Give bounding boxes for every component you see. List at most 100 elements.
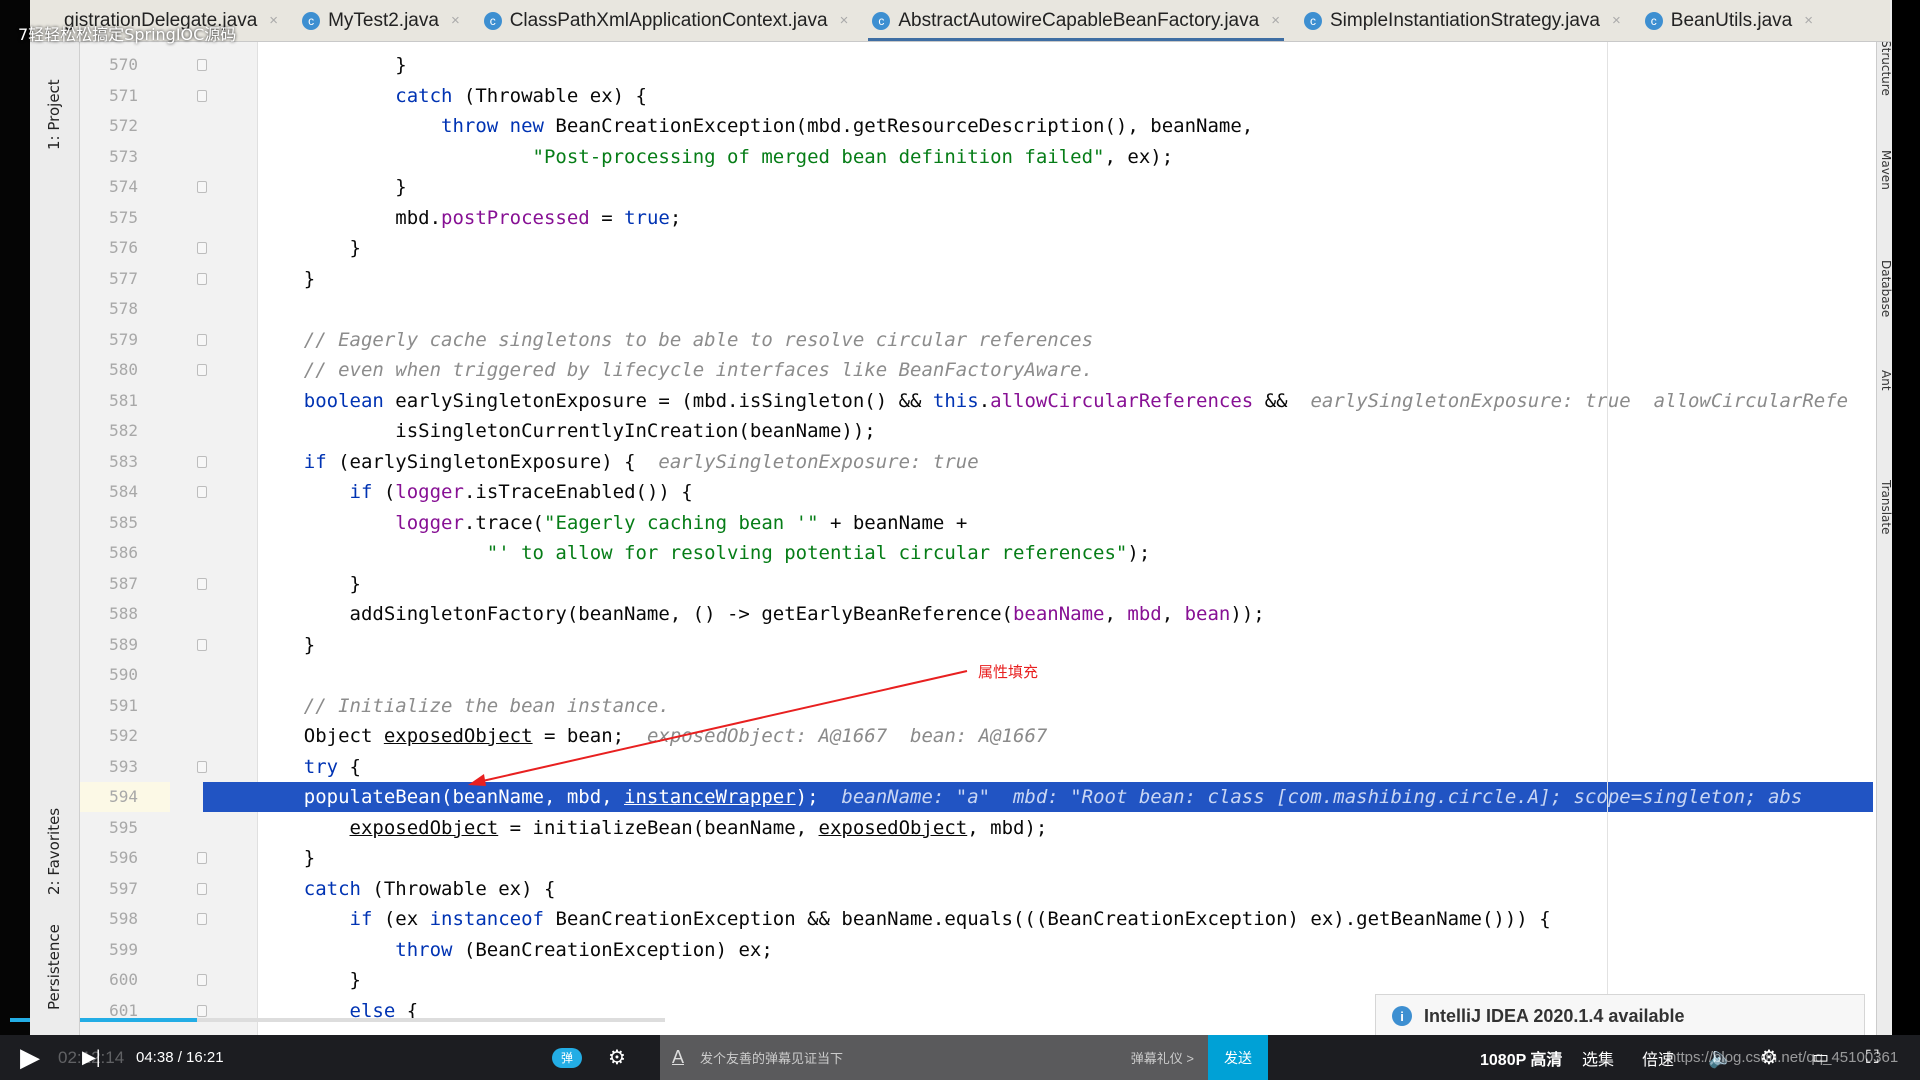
close-tab-icon[interactable]: × — [451, 12, 460, 29]
line-number[interactable]: 572 — [98, 111, 138, 141]
tool-ant[interactable]: Ant — [1879, 370, 1893, 391]
time-display: 04:38 / 16:21 — [136, 1049, 224, 1066]
text-style-icon[interactable]: A — [672, 1047, 684, 1068]
line-number[interactable]: 594 — [80, 782, 170, 812]
code-token: (BeanCreationException) ex; — [452, 938, 773, 961]
code-token: if — [349, 481, 373, 503]
line-number[interactable]: 592 — [98, 721, 138, 751]
danmaku-settings-icon[interactable]: ⚙ — [608, 1035, 626, 1080]
fold-marker-icon[interactable] — [197, 181, 207, 193]
fold-marker-icon[interactable] — [197, 486, 207, 498]
code-token: } — [258, 54, 407, 76]
code-token: } — [258, 176, 407, 198]
fold-marker-icon[interactable] — [197, 272, 207, 285]
line-number[interactable]: 570 — [98, 50, 138, 80]
tab-beanutils[interactable]: c BeanUtils.java × — [1633, 0, 1825, 41]
tool-database[interactable]: Database — [1879, 260, 1893, 317]
line-number[interactable]: 580 — [98, 355, 138, 385]
line-number[interactable]: 578 — [98, 294, 138, 324]
persistence-tool-button[interactable]: Persistence — [44, 924, 64, 1010]
video-progress-bar[interactable] — [10, 1018, 665, 1022]
debug-inline-value: earlySingletonExposure: true — [635, 450, 979, 473]
line-number[interactable]: 585 — [98, 508, 138, 538]
quality-button[interactable]: 1080P 高清 — [1480, 1035, 1562, 1080]
code-token: Object — [258, 725, 384, 747]
code-token: } — [258, 237, 361, 259]
line-number[interactable]: 590 — [98, 660, 138, 690]
line-number[interactable]: 593 — [98, 752, 138, 782]
line-number[interactable]: 577 — [98, 264, 138, 294]
fold-marker-icon[interactable] — [197, 760, 207, 773]
line-number[interactable]: 587 — [98, 569, 138, 599]
tab-abstractautowirecapablebeanfactory[interactable]: c AbstractAutowireCapableBeanFactory.java… — [860, 0, 1292, 41]
line-number[interactable]: 581 — [98, 386, 138, 416]
java-class-icon: c — [872, 11, 891, 30]
line-number[interactable]: 582 — [98, 416, 138, 446]
tool-maven[interactable]: Maven — [1879, 150, 1893, 190]
line-number[interactable]: 599 — [98, 935, 138, 965]
editor-tab-bar: gistrationDelegate.java × c MyTest2.java × c C… — [30, 0, 1890, 42]
send-button[interactable]: 发送 — [1208, 1035, 1268, 1080]
code-token: earlySingletonExposure = (mbd.isSingleto… — [383, 389, 933, 412]
line-number[interactable]: 589 — [98, 630, 138, 660]
line-number[interactable]: 591 — [98, 691, 138, 721]
fold-marker-icon[interactable] — [197, 974, 207, 986]
right-margin-guide — [1607, 42, 1608, 1035]
danmaku-input[interactable]: A 发个友善的弹幕见证当下 弹幕礼仪 > — [660, 1035, 1208, 1080]
fold-marker-icon[interactable] — [197, 638, 207, 651]
project-tool-button[interactable]: 1: Project — [44, 79, 64, 150]
line-number[interactable]: 579 — [98, 325, 138, 355]
line-number[interactable]: 595 — [98, 813, 138, 843]
close-tab-icon[interactable]: × — [1612, 12, 1621, 29]
fold-marker-icon[interactable] — [197, 852, 207, 864]
code-token: { — [338, 755, 361, 778]
close-tab-icon[interactable]: × — [269, 12, 278, 29]
fold-marker-icon[interactable] — [197, 455, 207, 468]
fold-marker-icon[interactable] — [197, 89, 207, 102]
danmaku-toggle[interactable]: 弹 — [552, 1035, 582, 1080]
close-tab-icon[interactable]: × — [840, 12, 849, 29]
code-token: postProcessed — [441, 206, 590, 229]
line-number[interactable]: 574 — [98, 172, 138, 202]
fold-marker-icon[interactable] — [197, 59, 207, 71]
danmaku-placeholder: 发个友善的弹幕见证当下 — [700, 1051, 844, 1066]
line-number[interactable]: 576 — [98, 233, 138, 263]
close-tab-icon[interactable]: × — [1271, 12, 1280, 29]
line-number[interactable]: 586 — [98, 538, 138, 568]
danmaku-etiquette-link[interactable]: 弹幕礼仪 > — [1131, 1048, 1194, 1067]
tool-translate[interactable]: Translate — [1879, 480, 1893, 535]
fold-marker-icon[interactable] — [197, 913, 207, 925]
play-button[interactable]: ▶ — [20, 1035, 40, 1080]
favorites-tool-button[interactable]: 2: Favorites — [44, 808, 64, 895]
line-number[interactable]: 573 — [98, 142, 138, 172]
line-number[interactable]: 583 — [98, 447, 138, 477]
fold-marker-icon[interactable] — [197, 364, 207, 376]
line-number[interactable]: 600 — [98, 965, 138, 995]
line-number[interactable]: 584 — [98, 477, 138, 507]
update-notification[interactable]: i IntelliJ IDEA 2020.1.4 available — [1375, 994, 1865, 1038]
code-token: this — [932, 389, 979, 412]
line-number[interactable]: 596 — [98, 843, 138, 873]
fold-marker-icon[interactable] — [197, 882, 207, 895]
code-token: , — [1161, 603, 1185, 625]
tab-classpathxmlapplicationcontext[interactable]: c ClassPathXmlApplicationContext.java × — [472, 0, 861, 41]
line-number[interactable]: 588 — [98, 599, 138, 629]
code-token: true — [624, 206, 670, 229]
tab-mytest2[interactable]: c MyTest2.java × — [290, 0, 472, 41]
fold-marker-icon[interactable] — [197, 333, 207, 346]
episodes-button[interactable]: 选集 — [1582, 1035, 1614, 1080]
tool-structure[interactable]: Structure — [1879, 40, 1893, 96]
tab-simpleinstantiationstrategy[interactable]: c SimpleInstantiationStrategy.java × — [1292, 0, 1633, 41]
line-number[interactable]: 571 — [98, 81, 138, 111]
line-number[interactable]: 575 — [98, 203, 138, 233]
fold-marker-icon[interactable] — [197, 242, 207, 254]
fold-marker-icon[interactable] — [197, 1004, 207, 1017]
fold-marker-icon[interactable] — [197, 577, 207, 590]
code-token: ( — [372, 481, 396, 503]
close-tab-icon[interactable]: × — [1804, 12, 1813, 29]
code-token: , ex); — [1104, 145, 1174, 168]
line-number[interactable]: 597 — [98, 874, 138, 904]
line-number[interactable]: 598 — [98, 904, 138, 934]
